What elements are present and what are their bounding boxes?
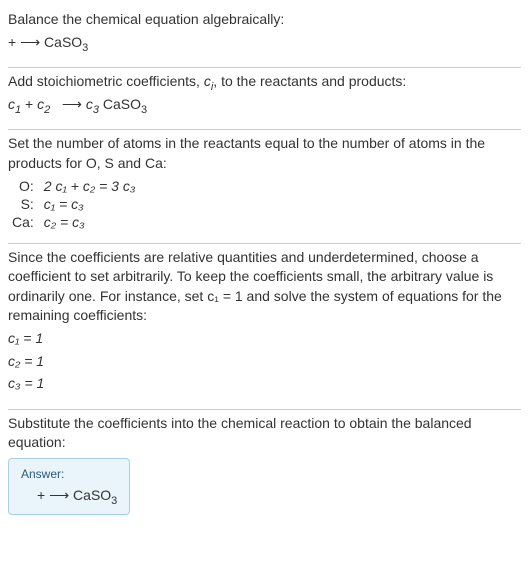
eq-rhs: CaSO3 bbox=[44, 34, 88, 50]
product-text: CaSO bbox=[99, 96, 141, 112]
element-equation: c₁ = c₃ bbox=[40, 195, 140, 213]
c3: c3 bbox=[86, 96, 99, 112]
eq-rhs-sub: 3 bbox=[111, 495, 117, 507]
ci-symbol: ci bbox=[204, 73, 213, 89]
unbalanced-equation: + ⟶ CaSO3 bbox=[8, 33, 521, 53]
plus-1: + bbox=[25, 96, 37, 112]
arrow-icon: ⟶ bbox=[20, 34, 40, 50]
atom-equation-table: O: 2 c₁ + c₂ = 3 c₃ S: c₁ = c₃ Ca: c₂ = … bbox=[8, 177, 139, 231]
element-label: Ca: bbox=[8, 213, 40, 231]
section-atom-equations: Set the number of atoms in the reactants… bbox=[8, 130, 521, 242]
c3-letter: c bbox=[86, 96, 93, 112]
eq-rhs: CaSO3 bbox=[73, 487, 117, 503]
coeff-intro-b: , to the reactants and products: bbox=[213, 73, 406, 89]
table-row: Ca: c₂ = c₃ bbox=[8, 213, 139, 231]
c2-sub: 2 bbox=[44, 104, 50, 116]
element-equation: c₂ = c₃ bbox=[40, 213, 140, 231]
element-label: S: bbox=[8, 195, 40, 213]
eq-rhs-text: CaSO bbox=[44, 34, 82, 50]
table-row: O: 2 c₁ + c₂ = 3 c₃ bbox=[8, 177, 139, 195]
element-equation: 2 c₁ + c₂ = 3 c₃ bbox=[40, 177, 140, 195]
solution-line: c₁ = 1 bbox=[8, 329, 521, 349]
answer-label: Answer: bbox=[21, 467, 117, 481]
solution-line: c₃ = 1 bbox=[8, 374, 521, 394]
intro-text: Balance the chemical equation algebraica… bbox=[8, 10, 521, 30]
coeff-intro-a: Add stoichiometric coefficients, bbox=[8, 73, 204, 89]
solve-intro: Since the coefficients are relative quan… bbox=[8, 248, 521, 326]
atoms-intro: Set the number of atoms in the reactants… bbox=[8, 134, 521, 173]
eq-rhs-text: CaSO bbox=[73, 487, 111, 503]
coeff-intro: Add stoichiometric coefficients, ci, to … bbox=[8, 72, 521, 92]
c1-sub: 1 bbox=[15, 104, 21, 116]
arrow-icon: ⟶ bbox=[49, 487, 69, 503]
product-sub: 3 bbox=[141, 104, 147, 116]
c1: c1 bbox=[8, 96, 21, 112]
balanced-equation: + ⟶ CaSO3 bbox=[21, 487, 117, 504]
table-row: S: c₁ = c₃ bbox=[8, 195, 139, 213]
substitute-intro: Substitute the coefficients into the che… bbox=[8, 414, 521, 453]
element-label: O: bbox=[8, 177, 40, 195]
answer-box: Answer: + ⟶ CaSO3 bbox=[8, 458, 130, 515]
eq-rhs-sub: 3 bbox=[82, 41, 88, 53]
section-add-coefficients: Add stoichiometric coefficients, ci, to … bbox=[8, 68, 521, 129]
eq-lhs: + bbox=[37, 487, 49, 503]
solution-line: c₂ = 1 bbox=[8, 352, 521, 372]
c2: c2 bbox=[37, 96, 50, 112]
product: CaSO3 bbox=[99, 96, 147, 112]
arrow-icon: ⟶ bbox=[62, 96, 82, 112]
ci-letter: c bbox=[204, 73, 211, 89]
c1-letter: c bbox=[8, 96, 15, 112]
coeff-equation: c1 + c2 ⟶ c3 CaSO3 bbox=[8, 95, 521, 115]
section-substitute: Substitute the coefficients into the che… bbox=[8, 410, 521, 527]
section-solve: Since the coefficients are relative quan… bbox=[8, 244, 521, 409]
section-balance-intro: Balance the chemical equation algebraica… bbox=[8, 6, 521, 67]
eq-lhs: + bbox=[8, 34, 20, 50]
